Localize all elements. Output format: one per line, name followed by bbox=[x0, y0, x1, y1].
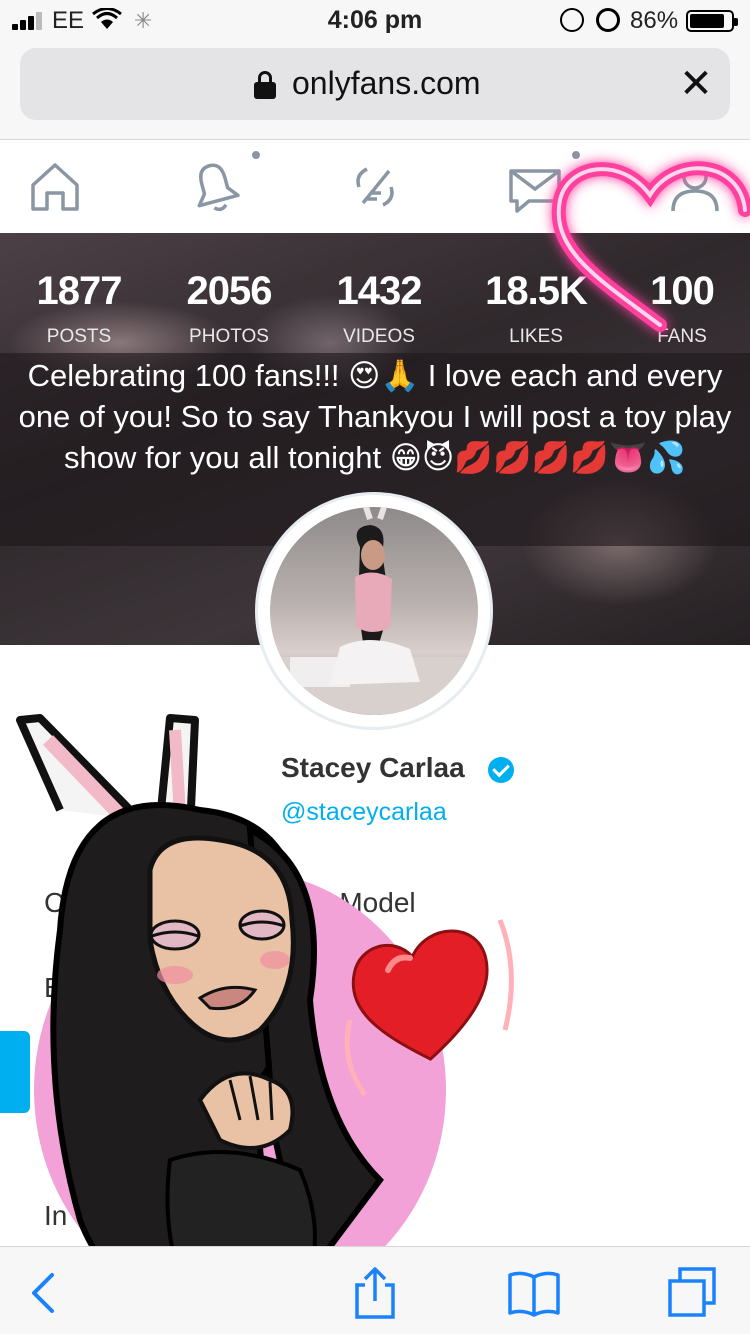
status-bar: EE ✳ 4:06 pm 86% bbox=[0, 0, 750, 40]
browser-toolbar bbox=[0, 1246, 750, 1334]
url-text[interactable]: onlyfans.com bbox=[292, 65, 481, 102]
stat-photos[interactable]: 2056 PHOTOS bbox=[154, 269, 304, 348]
battery-percent: 86% bbox=[630, 7, 679, 34]
bell-icon[interactable] bbox=[185, 157, 245, 217]
stat-posts[interactable]: 1877 POSTS bbox=[4, 269, 154, 348]
avatar-photo bbox=[270, 507, 478, 715]
back-icon[interactable] bbox=[18, 1267, 74, 1319]
compose-icon[interactable] bbox=[345, 157, 405, 217]
share-icon[interactable] bbox=[347, 1267, 403, 1319]
neon-heart-icon bbox=[551, 161, 750, 332]
close-icon[interactable]: ✕ bbox=[676, 64, 716, 104]
tabs-icon[interactable] bbox=[664, 1267, 720, 1319]
notification-dot bbox=[252, 151, 260, 159]
battery-level bbox=[690, 14, 724, 28]
browser-header: onlyfans.com ✕ bbox=[0, 40, 750, 140]
bookmarks-icon[interactable] bbox=[506, 1267, 562, 1319]
battery-icon bbox=[686, 10, 738, 32]
profile-avatar[interactable] bbox=[255, 492, 493, 730]
home-icon[interactable] bbox=[25, 157, 85, 217]
orientation-lock-icon bbox=[560, 8, 584, 32]
alarm-icon bbox=[596, 8, 620, 32]
lock-icon bbox=[254, 71, 276, 99]
bitmoji-sticker bbox=[16, 714, 514, 1324]
caption-text: Celebrating 100 fans!!! 😍🙏 I love each a… bbox=[18, 358, 732, 475]
stat-videos[interactable]: 1432 VIDEOS bbox=[304, 269, 454, 348]
url-bar[interactable]: onlyfans.com ✕ bbox=[20, 48, 730, 120]
